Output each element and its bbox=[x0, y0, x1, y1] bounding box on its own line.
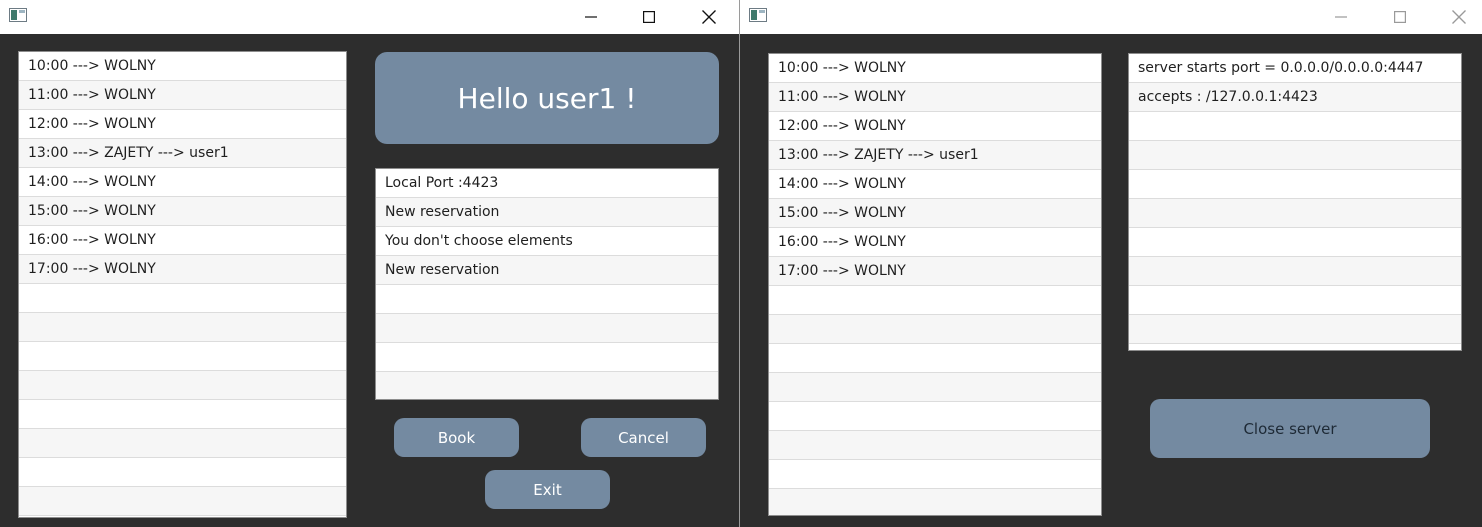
maximize-icon bbox=[643, 11, 655, 23]
list-item[interactable]: 17:00 ---> WOLNY bbox=[769, 257, 1101, 286]
list-item[interactable] bbox=[769, 286, 1101, 315]
list-item[interactable] bbox=[769, 431, 1101, 460]
list-item[interactable] bbox=[769, 489, 1101, 515]
list-item[interactable]: 10:00 ---> WOLNY bbox=[769, 54, 1101, 83]
list-item[interactable] bbox=[1129, 315, 1461, 344]
maximize-button[interactable] bbox=[1377, 0, 1423, 34]
maximize-button[interactable] bbox=[626, 0, 672, 34]
list-item[interactable] bbox=[19, 313, 346, 342]
server-log-list[interactable]: server starts port = 0.0.0.0/0.0.0.0:444… bbox=[1128, 53, 1462, 351]
list-item[interactable] bbox=[19, 400, 346, 429]
list-item[interactable] bbox=[769, 373, 1101, 402]
list-item[interactable] bbox=[19, 429, 346, 458]
list-item[interactable]: 11:00 ---> WOLNY bbox=[769, 83, 1101, 112]
list-item[interactable] bbox=[19, 284, 346, 313]
server-titlebar[interactable] bbox=[740, 0, 1482, 34]
list-item[interactable]: 15:00 ---> WOLNY bbox=[19, 197, 346, 226]
list-item[interactable] bbox=[1129, 112, 1461, 141]
list-item[interactable] bbox=[1129, 170, 1461, 199]
list-item[interactable] bbox=[376, 343, 718, 372]
client-hours-list[interactable]: 10:00 ---> WOLNY 11:00 ---> WOLNY 12:00 --… bbox=[18, 51, 347, 518]
cancel-button[interactable]: Cancel bbox=[581, 418, 706, 457]
list-item[interactable] bbox=[769, 315, 1101, 344]
server-hours-list[interactable]: 10:00 ---> WOLNY 11:00 ---> WOLNY 12:00 --… bbox=[768, 53, 1102, 516]
list-item[interactable] bbox=[19, 458, 346, 487]
list-item[interactable]: You don't choose elements bbox=[376, 227, 718, 256]
list-item[interactable] bbox=[1129, 257, 1461, 286]
minimize-button[interactable] bbox=[568, 0, 614, 34]
list-item[interactable] bbox=[376, 285, 718, 314]
list-item[interactable]: New reservation bbox=[376, 256, 718, 285]
list-item[interactable] bbox=[1129, 141, 1461, 170]
maximize-icon bbox=[1394, 11, 1406, 23]
list-item[interactable] bbox=[1129, 228, 1461, 257]
list-item[interactable]: 16:00 ---> WOLNY bbox=[769, 228, 1101, 257]
minimize-button[interactable] bbox=[1318, 0, 1364, 34]
close-server-button[interactable]: Close server bbox=[1150, 399, 1430, 458]
list-item[interactable] bbox=[19, 342, 346, 371]
close-icon bbox=[702, 10, 716, 24]
list-item[interactable] bbox=[769, 344, 1101, 373]
list-item[interactable]: 17:00 ---> WOLNY bbox=[19, 255, 346, 284]
list-item[interactable] bbox=[19, 487, 346, 516]
list-item[interactable] bbox=[1129, 286, 1461, 315]
greeting-banner: Hello user1 ! bbox=[375, 52, 719, 144]
list-item[interactable]: 15:00 ---> WOLNY bbox=[769, 199, 1101, 228]
list-item[interactable] bbox=[376, 314, 718, 343]
list-item[interactable]: 12:00 ---> WOLNY bbox=[19, 110, 346, 139]
close-button[interactable] bbox=[686, 0, 732, 34]
exit-button[interactable]: Exit bbox=[485, 470, 610, 509]
client-titlebar[interactable] bbox=[0, 0, 739, 34]
app-icon bbox=[749, 8, 767, 22]
app-icon bbox=[9, 8, 27, 22]
book-button[interactable]: Book bbox=[394, 418, 519, 457]
list-item[interactable]: accepts : /127.0.0.1:4423 bbox=[1129, 83, 1461, 112]
close-icon bbox=[1452, 10, 1466, 24]
list-item[interactable]: Local Port :4423 bbox=[376, 169, 718, 198]
list-item[interactable]: 11:00 ---> WOLNY bbox=[19, 81, 346, 110]
list-item[interactable]: server starts port = 0.0.0.0/0.0.0.0:444… bbox=[1129, 54, 1461, 83]
list-item[interactable]: 13:00 ---> ZAJETY ---> user1 bbox=[19, 139, 346, 168]
list-item[interactable] bbox=[19, 371, 346, 400]
list-item[interactable]: 13:00 ---> ZAJETY ---> user1 bbox=[769, 141, 1101, 170]
list-item[interactable]: 10:00 ---> WOLNY bbox=[19, 52, 346, 81]
list-item[interactable] bbox=[769, 402, 1101, 431]
list-item[interactable] bbox=[376, 372, 718, 399]
list-item[interactable] bbox=[1129, 199, 1461, 228]
list-item[interactable]: New reservation bbox=[376, 198, 718, 227]
list-item[interactable]: 14:00 ---> WOLNY bbox=[769, 170, 1101, 199]
list-item[interactable]: 16:00 ---> WOLNY bbox=[19, 226, 346, 255]
minimize-icon bbox=[1335, 16, 1347, 18]
greeting-text: Hello user1 ! bbox=[457, 81, 637, 115]
client-window: 10:00 ---> WOLNY 11:00 ---> WOLNY 12:00 --… bbox=[0, 0, 739, 527]
minimize-icon bbox=[585, 16, 597, 18]
close-button[interactable] bbox=[1436, 0, 1482, 34]
server-window: 10:00 ---> WOLNY 11:00 ---> WOLNY 12:00 --… bbox=[740, 0, 1482, 527]
list-item[interactable]: 14:00 ---> WOLNY bbox=[19, 168, 346, 197]
client-log-list[interactable]: Local Port :4423 New reservation You don't… bbox=[375, 168, 719, 400]
list-item[interactable] bbox=[769, 460, 1101, 489]
list-item[interactable]: 12:00 ---> WOLNY bbox=[769, 112, 1101, 141]
